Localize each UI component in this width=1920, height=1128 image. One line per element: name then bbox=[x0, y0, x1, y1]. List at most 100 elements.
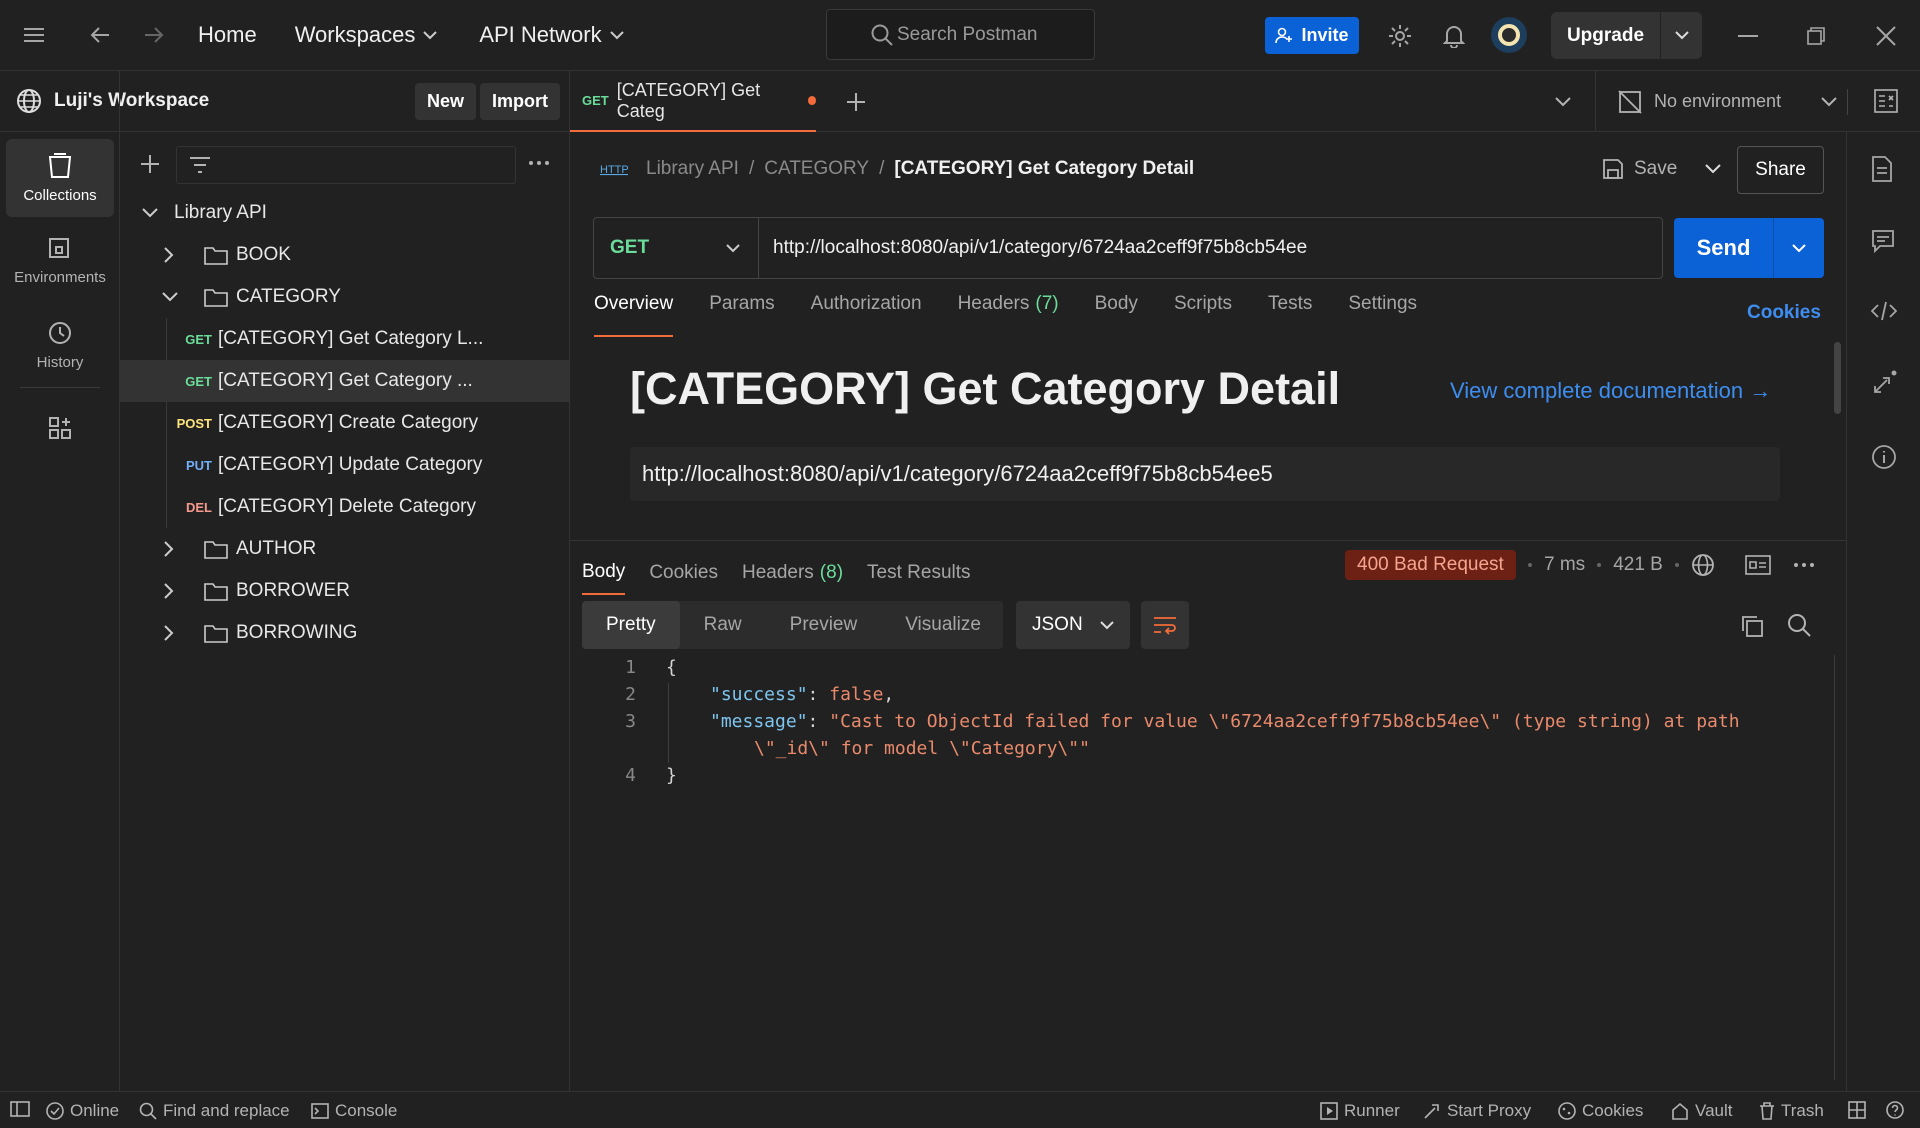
minimize-icon[interactable] bbox=[1726, 14, 1770, 58]
tree-collection-library-api[interactable]: Library API bbox=[120, 192, 570, 234]
tab-body[interactable]: Body bbox=[1095, 293, 1138, 337]
code-scrollbar[interactable] bbox=[1834, 655, 1835, 1080]
cookies-link[interactable]: Cookies bbox=[1747, 302, 1821, 324]
tree-folder-category[interactable]: CATEGORY bbox=[120, 276, 570, 318]
tab-headers[interactable]: Headers (7) bbox=[958, 293, 1059, 337]
tab-overview[interactable]: Overview bbox=[594, 293, 674, 337]
console[interactable]: Console bbox=[311, 1101, 397, 1121]
save-response-example-icon[interactable] bbox=[1745, 555, 1771, 575]
more-options-icon[interactable] bbox=[1793, 562, 1815, 568]
globe-icon[interactable] bbox=[1691, 553, 1715, 577]
new-button[interactable]: New bbox=[415, 83, 477, 120]
nav-api-network[interactable]: API Network bbox=[469, 22, 633, 48]
chevron-down-icon[interactable] bbox=[1774, 243, 1824, 253]
tree-request-delete-category[interactable]: DEL [CATEGORY] Delete Category bbox=[120, 486, 570, 528]
more-options-icon[interactable] bbox=[528, 160, 550, 166]
notifications-bell-icon[interactable] bbox=[1432, 14, 1476, 58]
cookies[interactable]: Cookies bbox=[1558, 1101, 1643, 1121]
runner[interactable]: Runner bbox=[1320, 1101, 1400, 1121]
breadcrumb-separator: / bbox=[879, 158, 885, 179]
tab-tests[interactable]: Tests bbox=[1268, 293, 1312, 337]
view-documentation-link[interactable]: View complete documentation → bbox=[1450, 378, 1771, 404]
search-icon[interactable] bbox=[1787, 613, 1811, 637]
help-icon[interactable] bbox=[1886, 1101, 1904, 1119]
tree-folder-borrowing[interactable]: BORROWING bbox=[120, 612, 570, 654]
settings-gear-icon[interactable] bbox=[1378, 14, 1422, 58]
environment-quick-look-icon[interactable] bbox=[1874, 89, 1898, 113]
tree-request-get-category-list[interactable]: GET [CATEGORY] Get Category L... bbox=[120, 318, 570, 360]
documentation-icon[interactable] bbox=[1871, 156, 1897, 182]
invite-button[interactable]: Invite bbox=[1265, 17, 1359, 54]
nav-home[interactable]: Home bbox=[188, 22, 267, 48]
code-snippet-icon[interactable] bbox=[1871, 301, 1897, 327]
method-select[interactable]: GET bbox=[594, 218, 759, 278]
related-collections-icon[interactable] bbox=[1871, 370, 1897, 396]
search-input[interactable]: Search Postman bbox=[826, 9, 1095, 60]
online-status[interactable]: Online bbox=[46, 1101, 119, 1121]
save-button[interactable]: Save bbox=[1602, 148, 1722, 190]
import-button[interactable]: Import bbox=[480, 83, 560, 120]
scrollbar[interactable] bbox=[1834, 342, 1841, 414]
find-replace[interactable]: Find and replace bbox=[139, 1101, 290, 1121]
add-icon[interactable] bbox=[140, 154, 160, 174]
menu-icon[interactable] bbox=[12, 13, 56, 57]
filter-input[interactable] bbox=[176, 146, 516, 184]
trash[interactable]: Trash bbox=[1759, 1101, 1824, 1121]
chevron-down-icon[interactable] bbox=[1705, 164, 1722, 174]
response-tab-cookies[interactable]: Cookies bbox=[649, 551, 718, 595]
forward-arrow-icon[interactable] bbox=[132, 13, 176, 57]
tabs-overflow-chevron-icon[interactable] bbox=[1555, 97, 1571, 107]
format-visualize[interactable]: Visualize bbox=[881, 601, 1005, 649]
send-button[interactable]: Send bbox=[1674, 218, 1824, 278]
upgrade-button[interactable]: Upgrade bbox=[1551, 12, 1702, 59]
format-preview[interactable]: Preview bbox=[766, 601, 882, 649]
avatar[interactable] bbox=[1491, 17, 1527, 53]
tab-params[interactable]: Params bbox=[709, 293, 774, 337]
status-badge[interactable]: 400 Bad Request bbox=[1345, 550, 1516, 580]
copy-icon[interactable] bbox=[1740, 614, 1764, 638]
comments-icon[interactable] bbox=[1871, 229, 1897, 255]
vault[interactable]: Vault bbox=[1671, 1101, 1733, 1121]
restore-icon[interactable] bbox=[1794, 14, 1838, 58]
response-size[interactable]: 421 B bbox=[1613, 554, 1663, 576]
format-pretty[interactable]: Pretty bbox=[582, 601, 680, 649]
chevron-right-icon bbox=[164, 583, 174, 599]
language-select[interactable]: JSON bbox=[1016, 601, 1130, 649]
back-arrow-icon[interactable] bbox=[78, 13, 122, 57]
rail-history[interactable]: History bbox=[6, 306, 114, 384]
tab-authorization[interactable]: Authorization bbox=[811, 293, 922, 337]
tree-request-get-category-detail[interactable]: GET [CATEGORY] Get Category ... bbox=[120, 360, 570, 402]
breadcrumb-folder[interactable]: CATEGORY bbox=[764, 158, 869, 180]
toggle-sidebar-icon[interactable] bbox=[10, 1101, 30, 1117]
tree-folder-borrower[interactable]: BORROWER bbox=[120, 570, 570, 612]
tree-request-label: [CATEGORY] Get Category L... bbox=[218, 328, 484, 349]
rail-collections[interactable]: Collections bbox=[6, 139, 114, 217]
response-tab-test-results[interactable]: Test Results bbox=[867, 551, 970, 595]
wrap-lines-button[interactable] bbox=[1141, 601, 1189, 649]
response-tab-body[interactable]: Body bbox=[582, 551, 626, 595]
environment-selector[interactable]: No environment bbox=[1595, 71, 1855, 132]
breadcrumb-collection[interactable]: Library API bbox=[646, 158, 739, 180]
rail-environments[interactable]: Environments bbox=[6, 222, 114, 300]
tree-folder-author[interactable]: AUTHOR bbox=[120, 528, 570, 570]
new-tab-icon[interactable] bbox=[846, 92, 866, 112]
cookie-icon bbox=[1558, 1102, 1576, 1120]
url-input[interactable]: http://localhost:8080/api/v1/category/67… bbox=[759, 237, 1307, 259]
layout-toggle-icon[interactable] bbox=[1848, 1101, 1866, 1119]
response-tab-headers[interactable]: Headers (8) bbox=[742, 551, 843, 595]
tree-request-create-category[interactable]: POST [CATEGORY] Create Category bbox=[120, 402, 570, 444]
tab-settings[interactable]: Settings bbox=[1348, 293, 1417, 337]
tab-get-category-detail[interactable]: GET [CATEGORY] Get Categ bbox=[570, 71, 816, 132]
response-time[interactable]: 7 ms bbox=[1544, 554, 1585, 576]
close-icon[interactable] bbox=[1864, 14, 1908, 58]
tree-request-update-category[interactable]: PUT [CATEGORY] Update Category bbox=[120, 444, 570, 486]
start-proxy[interactable]: Start Proxy bbox=[1423, 1101, 1531, 1121]
share-button[interactable]: Share bbox=[1737, 146, 1824, 194]
tab-scripts[interactable]: Scripts bbox=[1174, 293, 1232, 337]
info-icon[interactable] bbox=[1871, 444, 1897, 470]
tree-folder-book[interactable]: BOOK bbox=[120, 234, 570, 276]
chevron-down-icon[interactable] bbox=[1661, 31, 1702, 40]
format-raw[interactable]: Raw bbox=[680, 601, 766, 649]
rail-configure[interactable] bbox=[6, 398, 114, 458]
nav-workspaces[interactable]: Workspaces bbox=[285, 22, 448, 48]
